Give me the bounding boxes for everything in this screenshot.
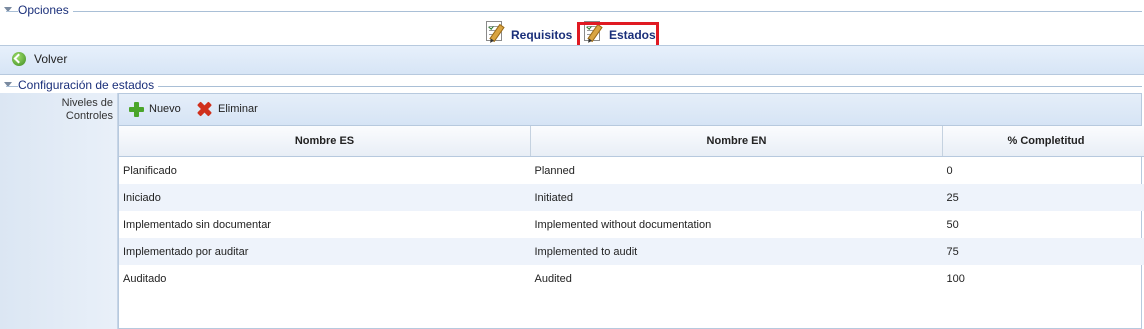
cell-nombre-en: Implemented without documentation <box>534 218 712 231</box>
cell-nombre-es: Iniciado <box>119 184 531 211</box>
table-row[interactable]: Auditado Audited 100 <box>119 265 1144 292</box>
cell-nombre-en: Initiated <box>530 184 943 211</box>
header-divider <box>6 86 1142 87</box>
eliminar-button[interactable]: Eliminar <box>197 102 258 116</box>
opciones-title: Opciones <box>18 2 73 18</box>
cell-nombre-es: Auditado <box>123 272 167 285</box>
table-row[interactable]: Implementado sin documentar Implemented … <box>119 211 1144 238</box>
delete-icon <box>197 102 211 116</box>
grid-toolbar: Nuevo Eliminar <box>119 94 1141 126</box>
cell-nombre-en: Audited <box>534 272 572 285</box>
nuevo-label: Nuevo <box>149 103 181 115</box>
column-header-nombre-en[interactable]: Nombre EN <box>530 126 943 157</box>
eliminar-label: Eliminar <box>218 103 258 115</box>
cell-nombre-en: Implemented to audit <box>530 238 943 265</box>
cell-completitud: 25 <box>942 184 1144 211</box>
cell-nombre-es: Implementado por auditar <box>119 238 531 265</box>
cell-nombre-es: Implementado sin documentar <box>123 218 271 231</box>
add-icon <box>129 102 144 117</box>
table-row[interactable]: Implementado por auditar Implemented to … <box>119 238 1144 265</box>
cell-completitud: 75 <box>942 238 1144 265</box>
niveles-label: Niveles de Controles <box>61 97 113 122</box>
table-row[interactable]: Planificado Planned 0 <box>119 157 1144 185</box>
tab-requisitos-label: Requisitos <box>511 28 573 42</box>
main-toolbar: Volver <box>0 45 1144 75</box>
estados-grid: Nuevo Eliminar Nombre ES Nombre EN % Com… <box>118 93 1144 329</box>
table-header-row: Nombre ES Nombre EN % Completitud <box>119 126 1144 157</box>
cell-nombre-en: Planned <box>534 164 575 177</box>
column-header-completitud[interactable]: % Completitud <box>942 126 1144 157</box>
tab-requisitos[interactable]: Requisitos <box>484 16 572 46</box>
cell-completitud: 0 <box>946 164 953 177</box>
back-arrow-icon <box>12 52 26 66</box>
column-header-nombre-es[interactable]: Nombre ES <box>119 126 531 157</box>
options-tabs: Requisitos Estados <box>0 16 1144 59</box>
header-divider <box>6 11 1142 12</box>
config-title: Configuración de estados <box>18 77 159 93</box>
estados-table: Nombre ES Nombre EN % Completitud Planif… <box>119 126 1144 292</box>
volver-label: Volver <box>34 52 68 66</box>
config-section-header: Configuración de estados <box>0 77 1144 93</box>
cell-completitud: 100 <box>946 272 965 285</box>
left-label-panel: Niveles de Controles <box>0 93 118 329</box>
edit-document-icon <box>484 20 506 43</box>
cell-nombre-es: Planificado <box>123 164 177 177</box>
nuevo-button[interactable]: Nuevo <box>129 102 181 117</box>
cell-completitud: 50 <box>946 218 959 231</box>
table-row[interactable]: Iniciado Initiated 25 <box>119 184 1144 211</box>
volver-button[interactable]: Volver <box>12 52 67 66</box>
